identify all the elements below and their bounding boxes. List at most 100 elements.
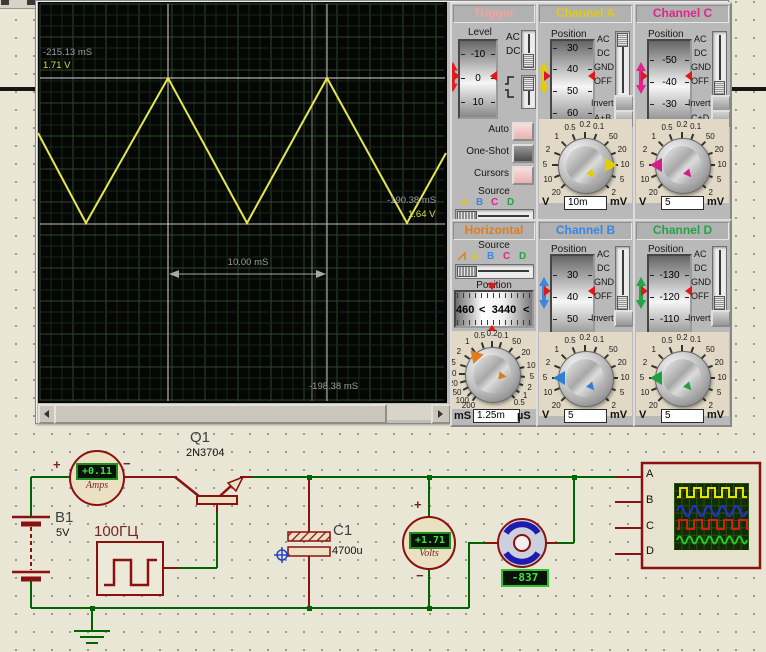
scope-pin-b: B [646,494,653,506]
coupling-gnd-label: GND [691,62,711,72]
trigger-panel: Trigger Level -10010 AC DC Auto One-Shot… [450,2,538,222]
channel-c-coupling-slider[interactable] [712,31,727,97]
source-label: Source [452,240,536,251]
channel-b-gain-value[interactable]: 5 [564,409,607,423]
channel-d-coupling-slider[interactable] [712,246,727,312]
knob-cap[interactable] [663,146,701,184]
coupling-ac-label: AC [597,249,610,259]
slider-stem [622,250,624,295]
timebase-knob[interactable]: 0.50.20.15020105210.5125102050100200 [452,331,536,409]
channel-a-coupling-slider[interactable] [615,31,630,97]
channel-d-position-slider[interactable]: -130-120-110 [647,254,692,341]
slider-stem [719,35,721,80]
slider-scale-label: -40 [649,77,690,88]
channel-d-invert-button[interactable] [711,310,731,327]
window-edge-mark [27,0,35,5]
knob-scale-label: 10 [635,388,655,397]
scope-pin-c: C [646,520,654,532]
rising-edge-icon [504,76,516,85]
transistor-value: 2N3704 [186,447,225,459]
timebase-value[interactable]: 1.25m [473,409,520,423]
trigger-edge-slider[interactable] [521,75,536,109]
channel-d-gain-knob[interactable]: 0.50.20.1502010521251020 [636,332,729,416]
slider-stem [622,46,624,93]
oscilloscope-component[interactable] [642,463,760,568]
knob-scale-label: 2 [538,145,558,154]
knob-cap[interactable] [663,359,701,397]
knob-scale-label: 20 [709,358,729,367]
spinner-value: 3440 [488,304,520,316]
horizontal-source-slider[interactable] [455,264,534,279]
knob-scale-label: 1 [547,345,567,354]
channel-b-coupling-slider[interactable] [615,246,630,312]
right-arrow-icon [438,410,443,418]
slider-thumb[interactable] [617,296,628,310]
pulse-generator-symbol[interactable] [97,542,163,595]
capacitor-ref: C1 [333,522,352,539]
channel-d-gain-value[interactable]: 5 [661,409,704,423]
channel-b-position-slider[interactable]: 304050 [550,254,595,341]
transistor-symbol[interactable] [175,477,243,504]
scope-display[interactable]: -215.13 mS 1.71 V -190.38 mS 1.64 V -198… [38,2,447,403]
channel-a-position-slider[interactable]: 30405060 [550,39,595,126]
channel-a-gain-knob[interactable]: 0.50.20.1502010521251020 [539,119,632,203]
scope-pin-d: D [646,545,654,557]
ac-label: AC [506,32,520,43]
slider-scale-label: 40 [552,64,593,75]
display-scrollbar[interactable] [38,404,447,420]
cursors-button[interactable] [512,166,534,185]
slider-scale-label: 50 [552,86,593,97]
one-shot-button[interactable] [512,144,534,163]
slider-scale-label: 10 [460,97,496,108]
scrollbar-right-button[interactable] [431,404,451,424]
channel-b-invert-button[interactable] [614,310,634,327]
slider-marker-right [490,71,497,81]
motor-symbol[interactable] [498,519,546,567]
slider-thumb[interactable] [523,77,534,91]
knob-scale-label: 10 [615,160,635,169]
channel-c-gain-value[interactable]: 5 [661,196,704,210]
invert-label: Invert [591,98,614,108]
knob-scale-label: 5 [612,388,632,397]
knob-scale-label: 10 [635,175,655,184]
knob-scale-label: 50 [507,337,527,346]
knob-pointer [650,371,662,385]
channel-c-position-slider[interactable]: -50-40-30 [647,39,692,126]
knob-scale-label: 1 [547,132,567,141]
knob-scale-label: 5 [709,175,729,184]
knob-scale-label: 10 [712,160,732,169]
auto-label: Auto [452,124,509,135]
battery-symbol[interactable] [12,517,50,579]
capacitor-symbol[interactable] [288,532,330,556]
slider-thumb[interactable] [457,266,477,277]
channel-c-gain-knob[interactable]: 0.50.20.1502010521251020 [636,119,729,203]
slider-thumb[interactable] [714,81,725,95]
source-channel-c: C [491,197,498,208]
invert-label: Invert [688,313,711,323]
knob-cap[interactable] [566,359,604,397]
slider-thumb[interactable] [714,296,725,310]
channel-b-gain-knob[interactable]: 0.50.20.1502010521251020 [539,332,632,416]
coupling-off-label: OFF [691,291,709,301]
slider-scale-label: 40 [552,292,593,303]
slider-thumb[interactable] [617,33,628,47]
source-channel-d: D [507,197,514,208]
channel-b-panel: Channel B Position 304050 AC DC GND OFF … [536,219,635,427]
measurement-arrows [169,270,326,278]
level-label: Level [468,27,492,38]
trigger-coupling-slider[interactable] [521,30,536,70]
knob-cap[interactable] [566,146,604,184]
voltmeter-unit: Volts [410,548,448,559]
slider-scale-label: -120 [649,292,690,303]
slider-thumb[interactable] [523,54,534,68]
horizontal-position-spinner[interactable]: 460 < 3440 < [454,290,534,328]
motor-rpm-display: -837 [501,569,549,587]
knob-scale-label: 20 [612,358,632,367]
auto-button[interactable] [512,122,534,141]
cursor-volt-readout: 1.71 V [43,60,70,71]
knob-scale-label: 0.1 [589,122,609,131]
spinner-marker-top [487,283,497,290]
slider-scale-label: 30 [552,270,593,281]
scrollbar-thumb[interactable] [54,404,387,424]
channel-a-gain-value[interactable]: 10m [564,196,607,210]
